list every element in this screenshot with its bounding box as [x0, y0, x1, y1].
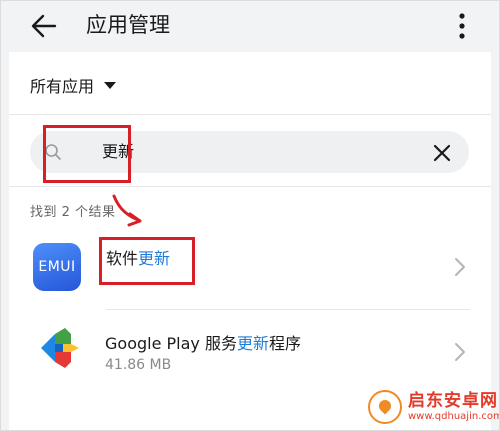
app-icon-label: EMUI: [38, 259, 76, 275]
filter-label: 所有应用: [30, 77, 95, 96]
close-icon: [433, 144, 451, 162]
watermark-url: www.qdhuajin.com: [408, 411, 500, 422]
result-highlight-box: [99, 237, 195, 285]
divider: [9, 114, 491, 115]
caret-down-icon: [104, 81, 117, 89]
app-size: 41.86 MB: [105, 357, 172, 373]
list-item[interactable]: Google Play 服务更新程序 41.86 MB: [9, 310, 491, 392]
app-header: 应用管理: [0, 0, 500, 52]
emui-app-icon: EMUI: [33, 243, 81, 291]
chevron-right-icon: [455, 258, 465, 276]
app-name: Google Play 服务更新程序: [105, 330, 301, 354]
more-vertical-icon: [459, 13, 465, 39]
list-item[interactable]: EMUI 软件更新: [9, 225, 491, 309]
app-name-suffix: 程序: [268, 334, 301, 353]
search-highlight-box: [43, 125, 131, 183]
more-options-button[interactable]: [448, 6, 476, 46]
google-play-services-icon: [41, 328, 79, 368]
arrow-left-icon: [31, 14, 57, 38]
back-button[interactable]: [22, 6, 66, 46]
app-name-highlight: 更新: [236, 334, 269, 353]
annotation-arrow-icon: [112, 194, 142, 227]
divider: [9, 186, 491, 187]
app-name-prefix: Google Play 服务: [105, 334, 237, 353]
watermark-logo-icon: [368, 390, 402, 424]
watermark: 启东安卓网 www.qdhuajin.com: [368, 388, 500, 426]
app-filter-dropdown[interactable]: 所有应用: [30, 70, 117, 100]
watermark-name: 启东安卓网: [408, 391, 498, 411]
page-title: 应用管理: [86, 13, 170, 37]
chevron-right-icon: [455, 343, 465, 361]
clear-search-button[interactable]: [428, 139, 456, 167]
